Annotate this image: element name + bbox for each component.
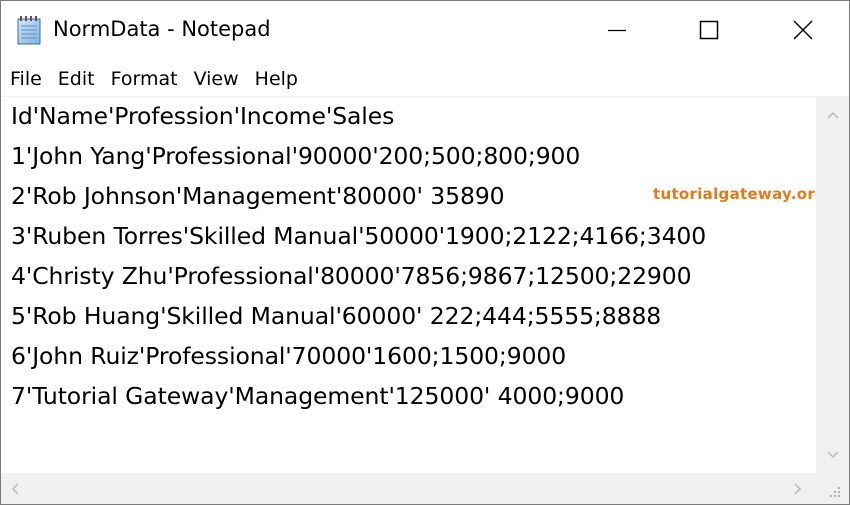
close-button[interactable] <box>757 1 849 59</box>
watermark-logo: tutorialgateway.org <box>653 185 827 203</box>
text-line-7: 6'John Ruiz'Professional'70000'1600;1500… <box>11 342 567 370</box>
text-line-3: 2'Rob Johnson'Management'80000' 35890 <box>11 182 505 210</box>
text-line-8: 7'Tutorial Gateway'Management'125000' 40… <box>11 382 625 410</box>
chevron-left-icon[interactable] <box>7 481 23 497</box>
horizontal-scrollbar[interactable] <box>1 473 816 504</box>
text-line-1: Id'Name'Profession'Income'Sales <box>11 102 395 130</box>
close-icon <box>793 20 813 40</box>
menu-view[interactable]: View <box>186 64 247 94</box>
text-line-4: 3'Ruben Torres'Skilled Manual'50000'1900… <box>11 222 707 250</box>
window-title: NormData - Notepad <box>53 17 271 41</box>
title-bar[interactable]: NormData - Notepad <box>1 1 849 59</box>
menu-format[interactable]: Format <box>103 64 186 94</box>
chevron-up-icon[interactable] <box>825 107 841 123</box>
text-line-2: 1'John Yang'Professional'90000'200;500;8… <box>11 142 581 170</box>
text-editor[interactable]: Id'Name'Profession'Income'Sales 1'John Y… <box>1 97 816 473</box>
chevron-down-icon[interactable] <box>825 447 841 463</box>
vertical-scrollbar[interactable] <box>816 97 849 473</box>
text-line-6: 5'Rob Huang'Skilled Manual'60000' 222;44… <box>11 302 662 330</box>
notepad-window: NormData - Notepad File Edit Format View… <box>0 0 850 505</box>
menu-help[interactable]: Help <box>247 64 306 94</box>
maximize-button[interactable] <box>663 1 755 59</box>
menu-bar: File Edit Format View Help <box>1 63 849 95</box>
minimize-icon <box>608 29 626 32</box>
resize-grip-icon <box>830 487 840 497</box>
size-grip[interactable] <box>816 473 849 504</box>
notepad-icon[interactable] <box>15 15 43 45</box>
chevron-right-icon[interactable] <box>790 481 806 497</box>
maximize-icon <box>699 20 719 40</box>
minimize-button[interactable] <box>571 1 663 59</box>
text-line-5: 4'Christy Zhu'Professional'80000'7856;98… <box>11 262 692 290</box>
menu-edit[interactable]: Edit <box>50 64 103 94</box>
menu-file[interactable]: File <box>1 64 50 94</box>
